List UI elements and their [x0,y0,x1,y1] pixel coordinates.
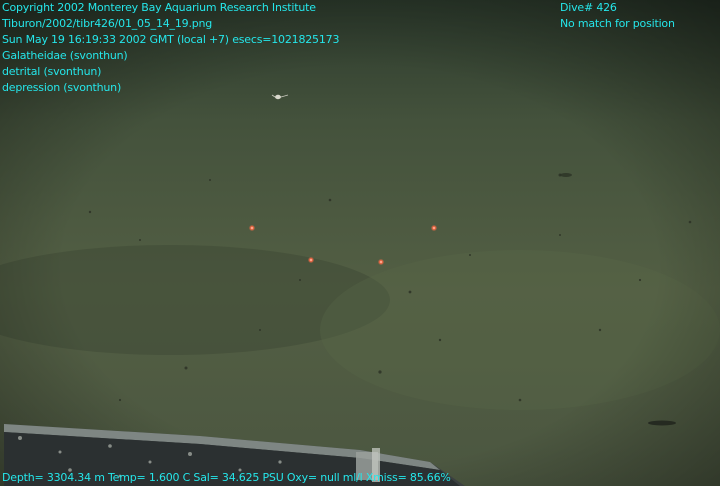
overlay-top-right: Dive# 426 No match for position [560,0,675,32]
shell-fragment [560,173,572,177]
copyright-text: Copyright 2002 Monterey Bay Aquarium Res… [2,1,316,14]
sensor-readout-text: Depth= 3304.34 m Temp= 1.600 C Sal= 34.6… [2,471,451,484]
laser-dot [248,224,256,232]
annotation-text: detrital (svonthun) [2,65,102,78]
laser-dot [307,256,315,264]
overlay-bottom: Depth= 3304.34 m Temp= 1.600 C Sal= 34.6… [2,470,451,486]
position-status-text: No match for position [560,17,675,30]
timestamp-text: Sun May 19 16:19:33 2002 GMT (local +7) … [2,33,340,46]
dive-number-text: Dive# 426 [560,1,617,14]
image-path-text: Tiburon/2002/tibr426/01_05_14_19.png [2,17,213,30]
overlay-top-left: Copyright 2002 Monterey Bay Aquarium Res… [2,0,339,96]
dark-object [648,420,676,426]
annotation-text: depression (svonthun) [2,81,122,94]
laser-dot [377,258,385,266]
annotation-text: Galatheidae (svonthun) [2,49,128,62]
laser-dot [430,224,438,232]
